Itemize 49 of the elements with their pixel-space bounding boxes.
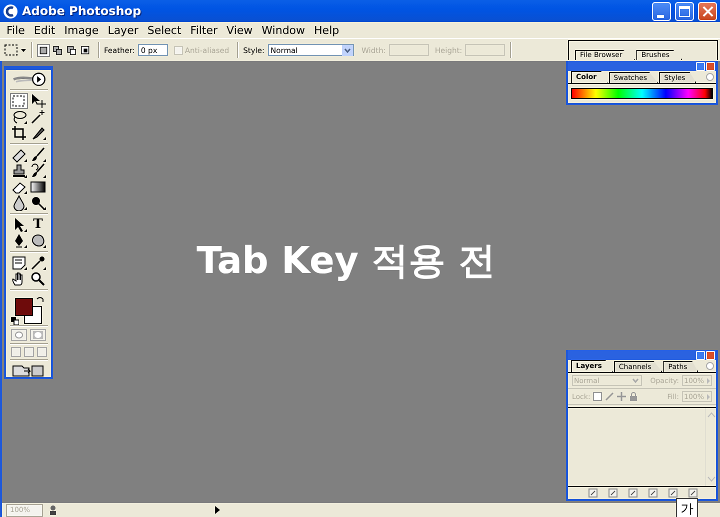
type-tool-button[interactable]: T xyxy=(29,216,47,233)
selection-mode-button[interactable] xyxy=(37,44,50,56)
shape-tool-button[interactable] xyxy=(29,232,47,249)
stamp-tool-button[interactable] xyxy=(10,162,28,179)
brush-tool-button[interactable] xyxy=(29,146,47,163)
selection-mode-button[interactable] xyxy=(51,44,64,56)
bandage-tool-button[interactable] xyxy=(10,146,28,163)
maximize-button[interactable] xyxy=(675,2,694,20)
quick-mask-icon xyxy=(33,331,43,339)
palette-close-button[interactable] xyxy=(706,62,715,71)
wand-tool-button[interactable] xyxy=(29,108,47,125)
menu-item[interactable]: View xyxy=(222,24,258,36)
dodge-tool-button[interactable] xyxy=(29,194,47,211)
menu-item[interactable]: Edit xyxy=(29,24,60,36)
palette-minimize-button[interactable] xyxy=(696,62,705,71)
foreground-color-swatch[interactable] xyxy=(14,298,32,316)
app-logo-icon xyxy=(3,4,18,18)
selection-mode-button[interactable] xyxy=(65,44,78,56)
status-menu-arrow-icon[interactable] xyxy=(215,506,220,514)
menu-item[interactable]: Image xyxy=(60,24,104,36)
color-spectrum-bar[interactable] xyxy=(571,88,713,99)
menu-item[interactable]: Select xyxy=(142,24,186,36)
history-tool-button[interactable] xyxy=(29,162,47,179)
minimize-button[interactable] xyxy=(652,2,671,20)
menu-item[interactable]: Help xyxy=(310,24,344,36)
swap-colors-icon[interactable] xyxy=(36,296,44,304)
lock-transparency-icon[interactable] xyxy=(593,392,602,401)
selection-mode-button[interactable] xyxy=(79,44,92,56)
zoom-tool-button[interactable] xyxy=(29,270,47,287)
canvas-caption: Tab Key 적용 전 xyxy=(196,238,496,284)
menu-item[interactable]: Layer xyxy=(103,24,143,36)
palette-close-button[interactable] xyxy=(706,351,715,360)
default-colors-icon[interactable] xyxy=(10,316,18,325)
standard-mode-icon xyxy=(14,331,24,339)
marquee-tool-button[interactable] xyxy=(10,92,28,109)
close-button[interactable] xyxy=(698,2,717,20)
palette-minimize-button[interactable] xyxy=(696,351,705,360)
crop-tool-button[interactable] xyxy=(10,124,28,141)
notes-tool-button[interactable] xyxy=(10,254,28,271)
menu-item[interactable]: Window xyxy=(257,24,310,36)
move-tool-button[interactable] xyxy=(29,92,47,109)
document-icon[interactable] xyxy=(48,504,58,516)
eyedropper-tool-button[interactable] xyxy=(29,254,47,271)
window-title: Adobe Photoshop xyxy=(22,4,142,18)
jump-to-imageready-button[interactable] xyxy=(12,363,46,377)
marquee-tool-preset-icon[interactable] xyxy=(4,44,26,56)
gradient-tool-button[interactable] xyxy=(29,178,47,195)
menu-item[interactable]: File xyxy=(2,24,30,36)
menu-item[interactable]: Filter xyxy=(186,24,222,36)
